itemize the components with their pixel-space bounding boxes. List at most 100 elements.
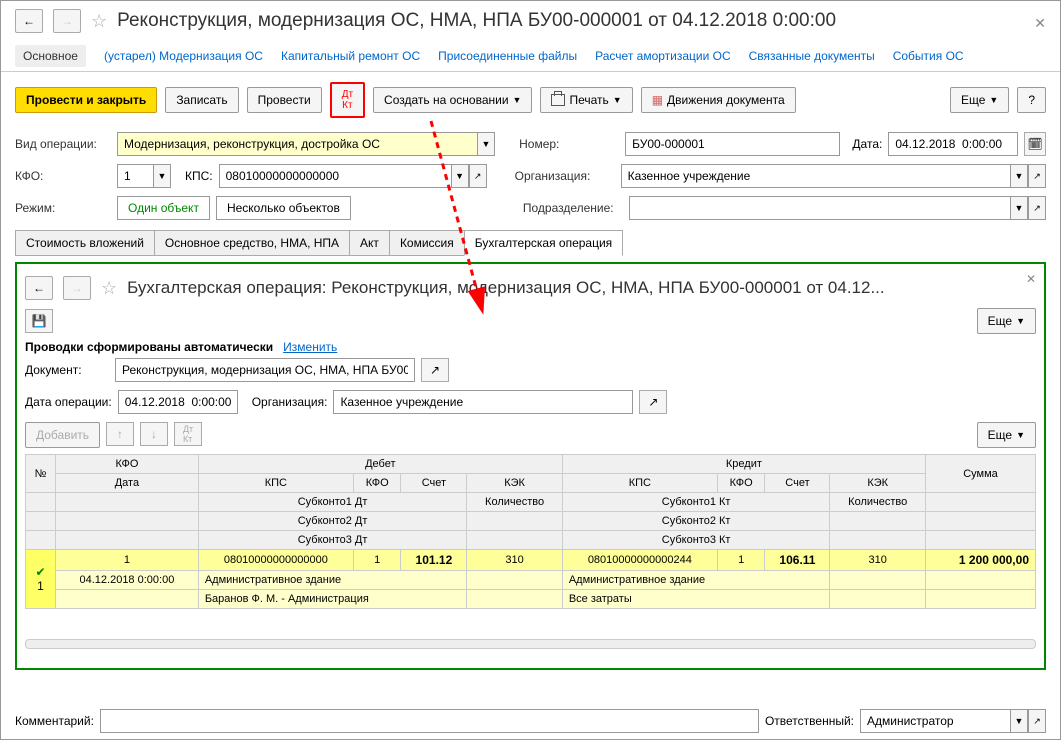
operation-type-dropdown[interactable]: ▼ — [477, 132, 495, 156]
mode-label: Режим: — [15, 201, 111, 215]
mode-multi-button[interactable]: Несколько объектов — [216, 196, 351, 220]
chevron-down-icon: ▼ — [513, 95, 522, 105]
table-row[interactable]: 04.12.2018 0:00:00 Административное здан… — [26, 571, 1036, 590]
col-credit: Кредит — [562, 455, 925, 474]
responsible-dropdown[interactable]: ▼ — [1010, 709, 1028, 733]
page-title: Реконструкция, модернизация ОС, НМА, НПА… — [117, 10, 836, 32]
responsible-open-icon[interactable]: ↗ — [1028, 709, 1046, 733]
printer-icon — [551, 94, 565, 106]
date-input[interactable] — [888, 132, 1018, 156]
col-date: Дата — [56, 474, 199, 493]
post-and-close-button[interactable]: Провести и закрыть — [15, 87, 157, 113]
col-sum: Сумма — [926, 455, 1036, 493]
dept-dropdown[interactable]: ▼ — [1010, 196, 1028, 220]
panel-org-open-icon[interactable]: ↗ — [639, 390, 667, 414]
tab-main[interactable]: Основное — [15, 45, 86, 67]
dept-open-icon[interactable]: ↗ — [1028, 196, 1046, 220]
responsible-input[interactable] — [860, 709, 1010, 733]
col-d-kek: КЭК — [467, 474, 562, 493]
mode-single-button[interactable]: Один объект — [117, 196, 210, 220]
table-row[interactable]: Баранов Ф. М. - Администрация Все затрат… — [26, 590, 1036, 609]
dt-kt-button[interactable]: ДтКт — [330, 82, 365, 118]
h-scrollbar[interactable] — [25, 639, 1036, 649]
opdate-input[interactable] — [118, 390, 238, 414]
move-up-icon[interactable]: ↑ — [106, 422, 134, 446]
doc-open-icon[interactable]: ↗ — [421, 358, 449, 382]
number-input[interactable] — [625, 132, 840, 156]
kps-label: КПС: — [185, 169, 213, 183]
print-button[interactable]: Печать ▼ — [540, 87, 632, 113]
col-sub3k: Субконто3 Кт — [562, 531, 830, 550]
org-open-icon[interactable]: ↗ — [1028, 164, 1046, 188]
col-k-acct: Счет — [765, 474, 830, 493]
col-sub1k: Субконто1 Кт — [562, 493, 830, 512]
check-icon: ✔ — [35, 565, 45, 579]
panel-nav-back[interactable]: ← — [25, 276, 53, 300]
more-button[interactable]: Еще ▼ — [950, 87, 1009, 113]
doc-input[interactable] — [115, 358, 415, 382]
help-button[interactable]: ? — [1017, 87, 1046, 113]
col-k-kps: КПС — [562, 474, 717, 493]
tab-cost[interactable]: Стоимость вложений — [15, 230, 155, 256]
kps-input[interactable] — [219, 164, 451, 188]
nav-fwd-button[interactable]: → — [53, 9, 81, 33]
create-from-button[interactable]: Создать на основании ▼ — [373, 87, 532, 113]
org-input[interactable] — [621, 164, 1010, 188]
save-button[interactable]: Записать — [165, 87, 238, 113]
nav-back-button[interactable]: ← — [15, 9, 43, 33]
tab-events[interactable]: События ОС — [893, 45, 964, 67]
panel-org-label: Организация: — [252, 395, 328, 409]
comment-input[interactable] — [100, 709, 759, 733]
panel-org-input[interactable] — [333, 390, 633, 414]
tab-linked-docs[interactable]: Связанные документы — [749, 45, 875, 67]
col-kfo: КФО — [56, 455, 199, 474]
kps-open-icon[interactable]: ↗ — [469, 164, 487, 188]
col-k-kek: КЭК — [830, 474, 926, 493]
col-d-acct: Счет — [401, 474, 467, 493]
kfo-dropdown[interactable]: ▼ — [153, 164, 171, 188]
dt-kt-small-icon[interactable]: ДтКт — [174, 422, 202, 446]
tab-asset[interactable]: Основное средство, НМА, НПА — [154, 230, 350, 256]
tab-commission[interactable]: Комиссия — [389, 230, 465, 256]
dt-kt-icon: ДтКт — [342, 89, 353, 111]
dept-input[interactable] — [629, 196, 1010, 220]
move-down-icon[interactable]: ↓ — [140, 422, 168, 446]
operation-type-input[interactable] — [117, 132, 477, 156]
comment-label: Комментарий: — [15, 714, 94, 728]
panel-more-button[interactable]: Еще ▼ — [977, 308, 1036, 334]
col-d-kfo: КФО — [353, 474, 401, 493]
operation-type-label: Вид операции: — [15, 137, 111, 151]
opdate-label: Дата операции: — [25, 395, 112, 409]
add-button[interactable]: Добавить — [25, 422, 100, 448]
auto-entries-label: Проводки сформированы автоматически — [25, 340, 273, 354]
kps-dropdown[interactable]: ▼ — [451, 164, 469, 188]
col-num: № — [26, 455, 56, 493]
post-button[interactable]: Провести — [247, 87, 322, 113]
table-row[interactable]: ✔ 1 1 08010000000000000 1 101.12 310 080… — [26, 550, 1036, 571]
close-icon[interactable]: ✕ — [1034, 15, 1046, 32]
date-label: Дата: — [852, 137, 882, 151]
tab-capital-repair[interactable]: Капитальный ремонт ОС — [281, 45, 420, 67]
kfo-input[interactable] — [117, 164, 153, 188]
entries-table: № КФО Дебет Кредит Сумма Дата КПС КФО Сч… — [25, 454, 1036, 609]
favorite-star-icon[interactable]: ☆ — [91, 11, 107, 32]
org-dropdown[interactable]: ▼ — [1010, 164, 1028, 188]
calendar-icon[interactable]: 🗓 — [1024, 132, 1046, 156]
tab-legacy-modern[interactable]: (устарел) Модернизация ОС — [104, 45, 263, 67]
save-small-button[interactable]: 💾 — [25, 309, 53, 333]
panel-close-icon[interactable]: ✕ — [1026, 272, 1036, 286]
accounting-panel: ← → ☆ Бухгалтерская операция: Реконструк… — [15, 262, 1046, 670]
tab-deprec-calc[interactable]: Расчет амортизации ОС — [595, 45, 731, 67]
col-d-kps: КПС — [198, 474, 353, 493]
tab-accounting[interactable]: Бухгалтерская операция — [464, 230, 623, 256]
panel-nav-fwd[interactable]: → — [63, 276, 91, 300]
grid-more-button[interactable]: Еще ▼ — [977, 422, 1036, 448]
tab-act[interactable]: Акт — [349, 230, 390, 256]
number-label: Номер: — [519, 137, 619, 151]
doc-label: Документ: — [25, 363, 109, 377]
panel-star-icon[interactable]: ☆ — [101, 278, 117, 299]
change-link[interactable]: Изменить — [283, 340, 337, 354]
tab-attachments[interactable]: Присоединенные файлы — [438, 45, 577, 67]
col-sub2d: Субконто2 Дт — [198, 512, 467, 531]
movements-button[interactable]: ▦ Движения документа — [641, 87, 796, 113]
